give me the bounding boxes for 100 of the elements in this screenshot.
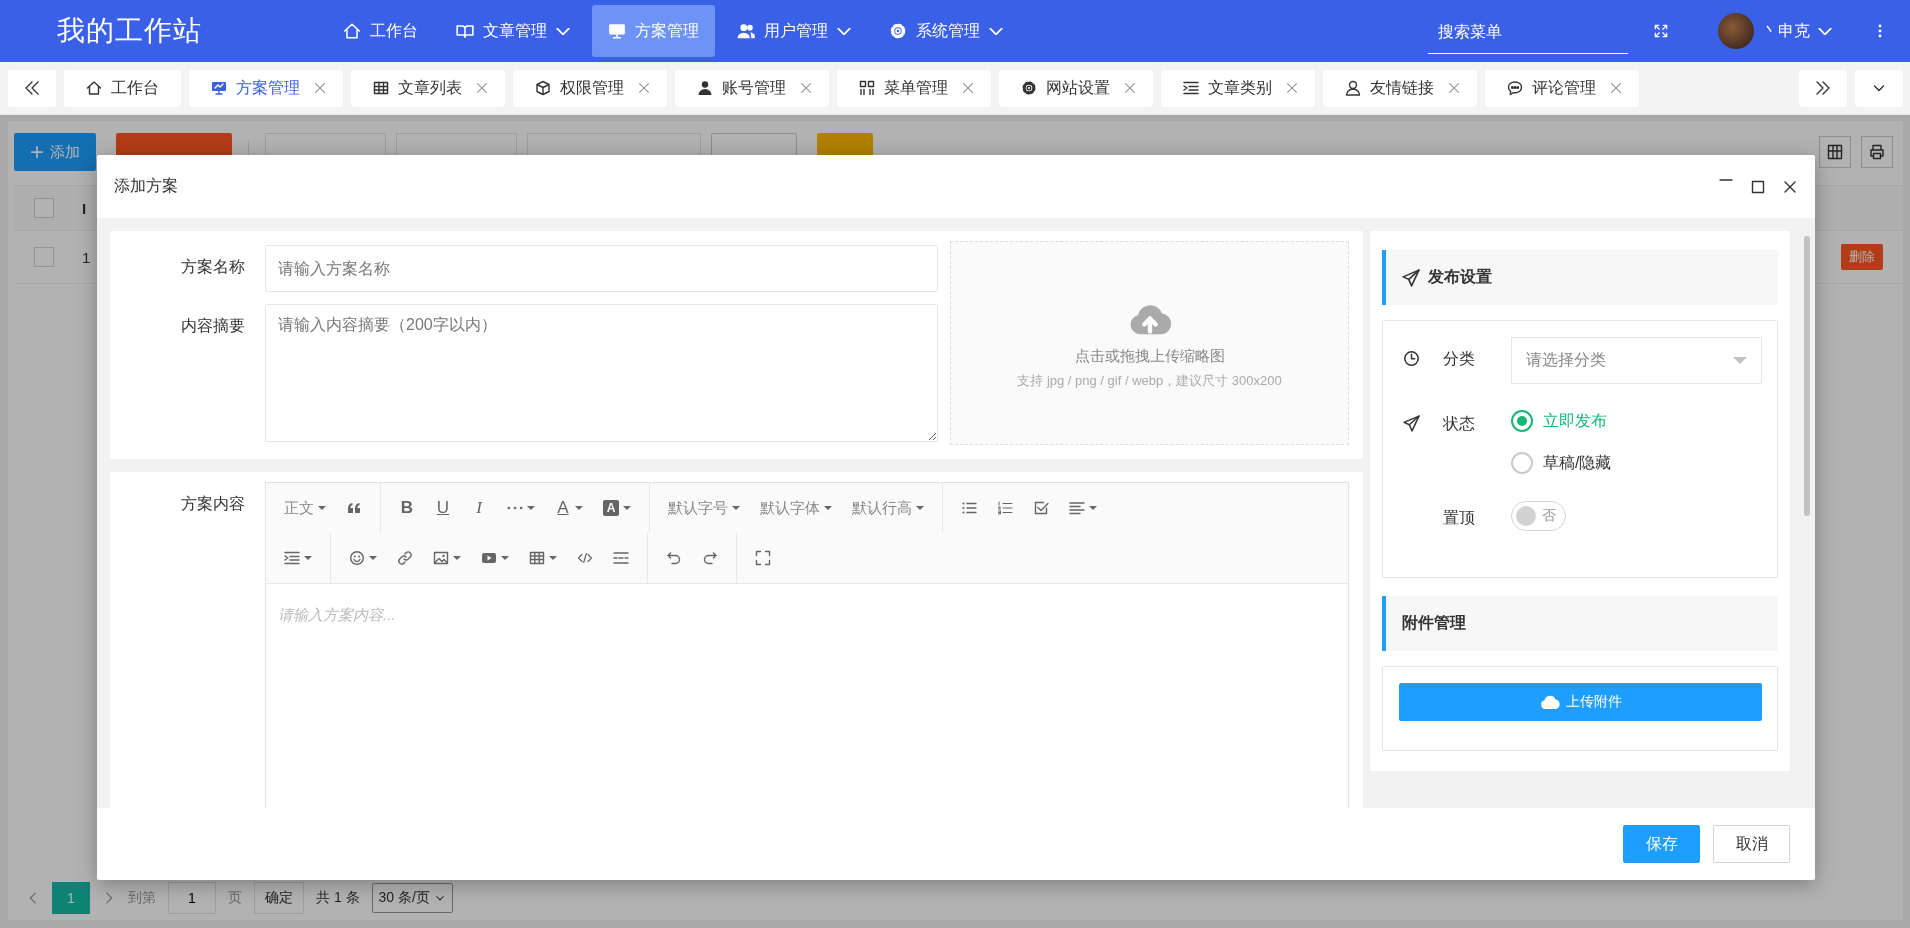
toolbar-button[interactable]: B	[389, 491, 425, 525]
nav-item[interactable]: 方案管理	[592, 5, 715, 57]
scrollbar-thumb[interactable]	[1804, 236, 1810, 516]
tab[interactable]: 文章类别	[1161, 69, 1315, 107]
link-icon	[397, 550, 413, 566]
user-menu[interactable]: 丶申克	[1762, 20, 1832, 42]
delete-button[interactable]: 删除	[1841, 244, 1883, 270]
table-icon	[529, 550, 545, 566]
quote-icon	[346, 500, 362, 516]
plan-name-field[interactable]: 请输入方案名称	[265, 245, 938, 292]
send-icon	[1403, 415, 1420, 432]
rich-text-editor[interactable]: 正文 B U I A A 默认字号 默认字体 默认行高 请输入方案内容...	[265, 482, 1349, 808]
category-select[interactable]: 请选择分类	[1511, 337, 1762, 384]
toolbar-dropdown[interactable]: 默认行高	[842, 491, 934, 525]
confirm-button[interactable]: 确定	[254, 882, 304, 914]
caret-icon	[916, 506, 924, 510]
field-label: 内容摘要	[180, 316, 245, 336]
person-icon	[697, 80, 713, 96]
monitor-icon	[211, 80, 227, 96]
toolbar-dropdown[interactable]: 正文	[274, 491, 336, 525]
toolbar-button[interactable]: A	[545, 491, 593, 525]
section-title: 附件管理	[1402, 613, 1466, 633]
image-icon	[433, 550, 449, 566]
field-label: 方案名称	[180, 257, 245, 277]
users-icon	[737, 22, 755, 40]
fullscreen-icon	[755, 550, 771, 566]
menu-search-field[interactable]: 搜索菜单	[1428, 22, 1628, 54]
caret-icon	[824, 506, 832, 510]
clock-icon	[1403, 350, 1420, 367]
video-icon	[481, 550, 497, 566]
toolbar-button[interactable]: I	[461, 491, 497, 525]
more-icon	[507, 506, 523, 510]
tab[interactable]: 网站设置	[999, 69, 1153, 107]
summary-field[interactable]: 请输入内容摘要（200字以内）	[265, 304, 938, 442]
tab[interactable]: 友情链接	[1323, 69, 1477, 107]
save-button[interactable]: 保存	[1623, 825, 1700, 863]
fullscreen-icon[interactable]	[1654, 24, 1668, 38]
indent-icon	[284, 550, 300, 566]
toolbar-button[interactable]: A	[593, 491, 641, 525]
field-label: 方案内容	[180, 494, 245, 514]
toolbar-dropdown[interactable]: 默认字体	[750, 491, 842, 525]
settings-icon	[1021, 80, 1037, 96]
tab[interactable]: 文章列表	[351, 69, 505, 107]
bulleted-list-icon	[961, 500, 977, 516]
radio-option[interactable]: 草稿/隐藏	[1511, 448, 1612, 478]
page-size-select[interactable]: 30 条/页	[371, 883, 453, 913]
goto-label: 到第	[128, 889, 156, 907]
total-count: 共 1 条	[316, 889, 360, 907]
page-unit: 页	[228, 889, 242, 907]
double-chevron-left-icon	[24, 80, 40, 96]
nav-item[interactable]: 工作台	[327, 5, 434, 57]
tab[interactable]: 工作台	[64, 69, 181, 107]
redo-icon	[702, 550, 718, 566]
nav-item[interactable]: 系统管理	[873, 5, 1019, 57]
avatar[interactable]	[1718, 13, 1754, 49]
cube-icon	[535, 80, 551, 96]
code-icon	[577, 550, 593, 566]
nav-item[interactable]: 用户管理	[721, 5, 867, 57]
upload-title: 点击或拖拽上传缩略图	[1074, 346, 1225, 366]
settings-icon	[889, 22, 907, 40]
divider-icon	[613, 550, 629, 566]
book-icon	[456, 22, 474, 40]
nav-item[interactable]: 文章管理	[440, 5, 586, 57]
tab[interactable]: 账号管理	[675, 69, 829, 107]
section-title: 发布设置	[1428, 267, 1492, 287]
dropdown-arrow-icon	[1733, 357, 1747, 364]
tab[interactable]: 评论管理	[1485, 69, 1639, 107]
chevron-down-icon	[1818, 27, 1832, 35]
thumbnail-upload-area[interactable]: 点击或拖拽上传缩略图 支持 jpg / png / gif / webp，建议尺寸 300x200	[950, 241, 1349, 445]
tab[interactable]: 权限管理	[513, 69, 667, 107]
print-button[interactable]	[1861, 136, 1893, 168]
scroll-left-button[interactable]	[8, 69, 56, 107]
toolbar-button[interactable]: U	[425, 491, 461, 525]
tab[interactable]: 方案管理	[189, 69, 343, 107]
maximize-icon[interactable]	[1750, 178, 1766, 195]
table-icon	[373, 80, 389, 96]
table-cell: 1	[82, 248, 91, 266]
grid-icon	[859, 80, 875, 96]
double-chevron-right-icon	[1815, 80, 1831, 96]
tab[interactable]: 菜单管理	[837, 69, 991, 107]
upload-hint: 支持 jpg / png / gif / webp，建议尺寸 300x200	[1017, 371, 1282, 390]
field-label: 分类	[1442, 349, 1476, 369]
cancel-button[interactable]: 取消	[1713, 825, 1790, 863]
home-icon	[343, 22, 361, 40]
checkbox[interactable]	[34, 247, 54, 267]
upload-attachment-button[interactable]: 上传附件	[1399, 683, 1762, 721]
columns-button[interactable]	[1819, 136, 1851, 168]
page-number-field[interactable]: 1	[168, 882, 216, 914]
field-label: 置顶	[1442, 508, 1476, 528]
align-icon	[1069, 500, 1085, 516]
send-icon	[1402, 268, 1420, 287]
toolbar-dropdown[interactable]: 默认字号	[658, 491, 750, 525]
scroll-right-button[interactable]	[1799, 69, 1847, 107]
person-icon	[1345, 80, 1361, 96]
dialog-title: 添加方案	[114, 176, 179, 196]
field-label: 状态	[1442, 414, 1476, 434]
checkbox[interactable]	[34, 198, 54, 218]
home-icon	[86, 80, 102, 96]
editor-placeholder: 请输入方案内容...	[277, 605, 397, 625]
minimize-icon[interactable]	[1718, 178, 1734, 181]
